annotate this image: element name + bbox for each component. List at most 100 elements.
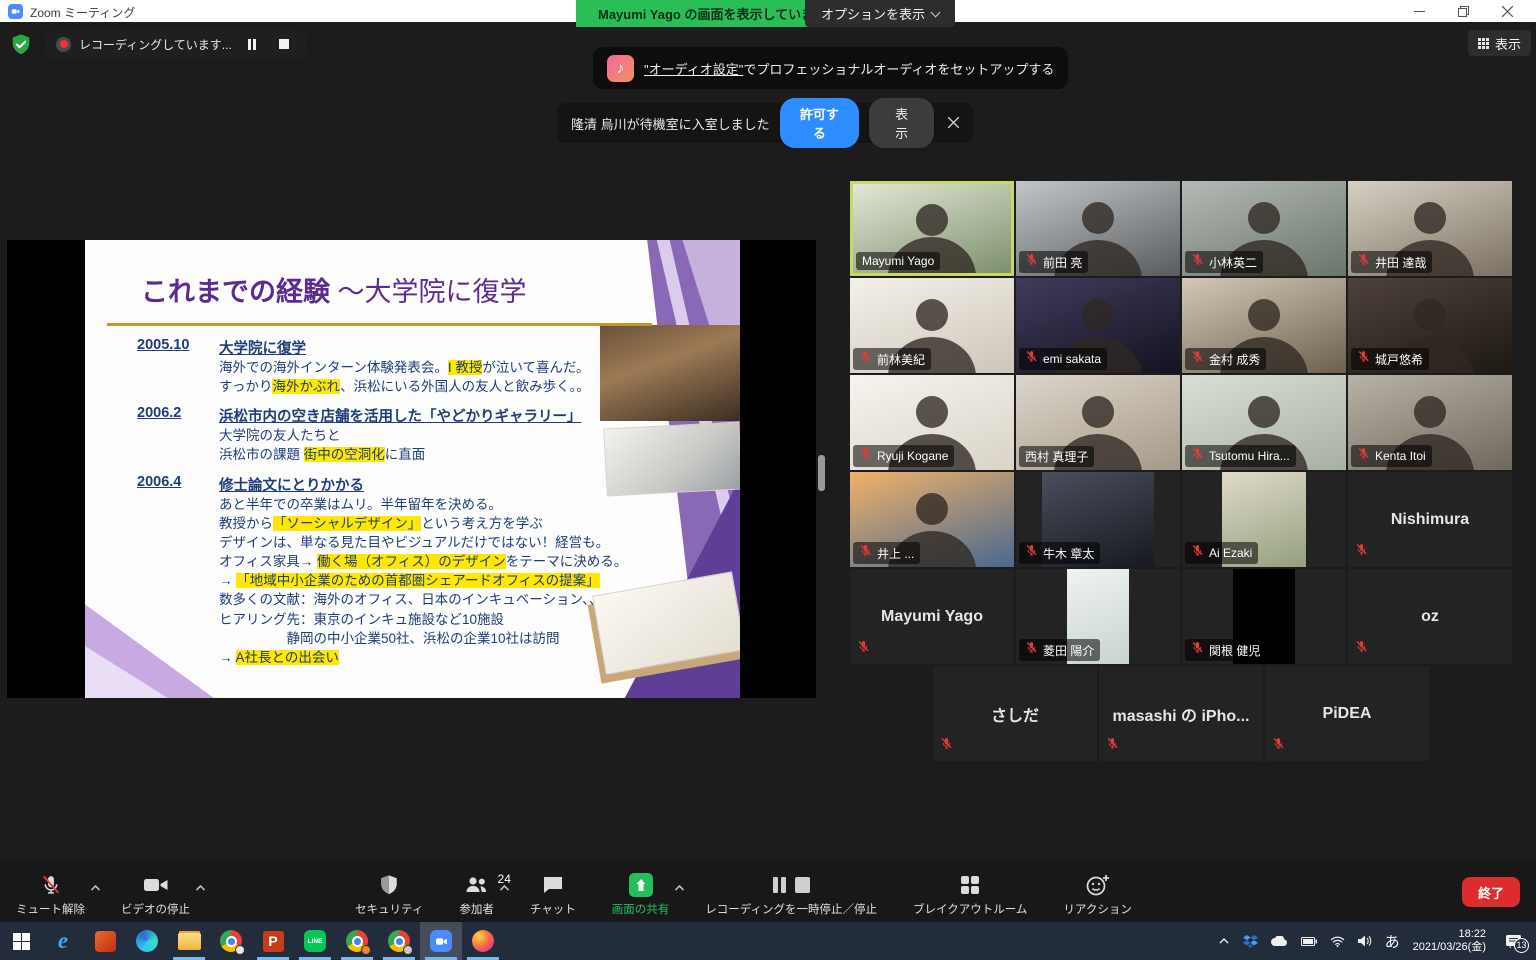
music-note-icon: ♪ xyxy=(607,55,634,82)
audio-settings-link[interactable]: "オーディオ設定" xyxy=(644,62,743,77)
participant-tile[interactable]: 井上 ... xyxy=(850,472,1014,567)
toolbar-participants-button[interactable]: 参加者24 xyxy=(459,867,494,917)
participant-tile[interactable]: 前林美紀 xyxy=(850,278,1014,373)
muted-mic-icon xyxy=(1355,640,1368,658)
taskbar-line-icon[interactable]: LINE xyxy=(294,922,336,960)
participant-name-chip: 牛木 章太 xyxy=(1019,542,1100,564)
meeting-security-shield-icon[interactable] xyxy=(10,33,32,56)
participant-tile[interactable]: Ryuji Kogane xyxy=(850,375,1014,470)
toolbar-chat-button[interactable]: チャット xyxy=(530,867,576,917)
entry-line: すっかり海外かぶれ、浜松にいる外国人の友人と飲み歩く。。 xyxy=(219,377,627,396)
participant-tile[interactable]: oz xyxy=(1348,569,1512,664)
chevron-up-icon[interactable] xyxy=(499,879,510,897)
waiting-room-banner: 隆清 烏川が待機室に入室しました 許可する 表示 xyxy=(557,103,973,143)
toolbar-reactions-button[interactable]: リアクション xyxy=(1063,867,1131,917)
muted-mic-icon xyxy=(940,737,953,755)
participant-tile[interactable]: 牛木 章太 xyxy=(1016,472,1180,567)
zoom-app-icon xyxy=(8,4,23,19)
toolbar-mute-label: ミュート解除 xyxy=(16,901,85,917)
admit-button[interactable]: 許可する xyxy=(780,98,860,148)
waiting-close-icon[interactable] xyxy=(948,115,959,131)
taskbar-explorer-icon[interactable] xyxy=(168,922,210,960)
view-layout-button[interactable]: 表示 xyxy=(1468,30,1531,56)
participant-tile[interactable]: Mayumi Yago xyxy=(850,569,1014,664)
participant-tile[interactable]: 井田 達哉 xyxy=(1348,181,1512,276)
dropbox-icon[interactable] xyxy=(1243,935,1258,948)
minimize-button[interactable] xyxy=(1402,0,1436,22)
pause-recording-button[interactable] xyxy=(240,34,264,54)
recording-label: レコーディングしています... xyxy=(79,36,232,53)
person-silhouette-head xyxy=(1082,202,1114,234)
person-silhouette-head xyxy=(1414,396,1446,428)
participant-tile[interactable]: 関根 健児 xyxy=(1182,569,1346,664)
wifi-icon[interactable] xyxy=(1330,936,1345,947)
recording-dot-icon xyxy=(56,37,71,52)
show-options-button[interactable]: オプションを表示 xyxy=(805,0,955,27)
taskbar-edge-icon[interactable] xyxy=(126,922,168,960)
participant-tile[interactable]: Ai Ezaki xyxy=(1182,472,1346,567)
entry-line: デザインは、単なる見た目やビジュアルだけではない！経営も。 xyxy=(219,533,627,552)
toolbar-video-button[interactable]: ビデオの停止 xyxy=(121,867,190,917)
participant-tile[interactable]: Nishimura xyxy=(1348,472,1512,567)
participant-tile[interactable]: Mayumi Yago xyxy=(850,181,1014,276)
stop-recording-button[interactable] xyxy=(272,34,296,54)
toolbar-mute-button[interactable]: ミュート解除 xyxy=(16,867,85,917)
participant-name: 井田 達哉 xyxy=(1375,254,1426,271)
participant-tile[interactable]: 西村 真理子 xyxy=(1016,375,1180,470)
speaker-icon[interactable] xyxy=(1358,935,1372,947)
toolbar-security-button[interactable]: セキュリティ xyxy=(355,867,423,917)
slide-divider-rule xyxy=(107,323,652,326)
toolbar-record-button[interactable]: レコーディングを一時停止／停止 xyxy=(705,867,877,917)
taskbar-clock[interactable]: 18:22 2021/03/26(金) xyxy=(1413,928,1486,954)
taskbar-powerpoint-icon[interactable]: P xyxy=(252,922,294,960)
start-button[interactable] xyxy=(0,922,42,960)
taskbar-chrome-2-icon[interactable] xyxy=(336,922,378,960)
camera-icon xyxy=(143,873,169,897)
chevron-up-icon[interactable] xyxy=(90,879,101,897)
notification-center-icon[interactable]: 13 xyxy=(1505,934,1522,949)
timeline-entry: 2005.10大学院に復学海外での海外インターン体験発表会。I 教授が泣いて喜ん… xyxy=(137,337,627,396)
toolbar-breakout-button[interactable]: ブレイクアウトルーム xyxy=(913,867,1027,917)
participant-tile[interactable]: 城戸悠希 xyxy=(1348,278,1512,373)
edge-icon xyxy=(135,929,159,953)
end-meeting-button[interactable]: 終了 xyxy=(1462,877,1520,907)
participant-tile[interactable]: 前田 亮 xyxy=(1016,181,1180,276)
person-silhouette-head xyxy=(916,396,948,428)
participant-tile[interactable]: Tsutomu Hira... xyxy=(1182,375,1346,470)
participant-tile[interactable]: さしだ xyxy=(933,666,1097,761)
presentation-slide: これまでの経験 ～大学院に復学 2005.10大学院に復学海外での海外インターン… xyxy=(85,240,740,698)
participant-tile[interactable]: Kenta Itoi xyxy=(1348,375,1512,470)
taskbar-ie-icon[interactable]: e xyxy=(42,922,84,960)
taskbar-chrome-icon[interactable] xyxy=(210,922,252,960)
muted-mic-icon xyxy=(1357,253,1370,271)
taskbar-zoom-icon[interactable] xyxy=(420,922,462,960)
participant-tile[interactable]: 小林英二 xyxy=(1182,181,1346,276)
taskbar-chrome-3-icon[interactable] xyxy=(378,922,420,960)
participant-name-chip: 小林英二 xyxy=(1185,251,1263,273)
ime-indicator[interactable]: あ xyxy=(1385,931,1400,952)
battery-icon[interactable] xyxy=(1301,937,1317,946)
participant-tile[interactable]: 金村 成秀 xyxy=(1182,278,1346,373)
waiting-view-button[interactable]: 表示 xyxy=(869,98,934,148)
participant-tile[interactable]: masashi の iPho... xyxy=(1099,666,1263,761)
participant-name: Tsutomu Hira... xyxy=(1209,449,1290,463)
tray-chevron-up-icon[interactable] xyxy=(1218,935,1230,947)
close-button[interactable] xyxy=(1490,0,1524,22)
entry-heading: 修士論文にとりかかる xyxy=(219,474,627,495)
muted-mic-icon xyxy=(1191,350,1204,368)
audio-setup-banner: ♪ "オーディオ設定"でプロフェッショナルオーディオをセットアップする xyxy=(593,47,1068,89)
toolbar-share-button[interactable]: 画面の共有 xyxy=(612,867,670,917)
panel-resize-handle[interactable] xyxy=(818,455,825,491)
taskbar-firefox-icon[interactable] xyxy=(462,922,504,960)
participant-tile[interactable]: emi sakata xyxy=(1016,278,1180,373)
participant-name: 前林美紀 xyxy=(877,351,925,368)
onedrive-cloud-icon[interactable] xyxy=(1271,936,1288,947)
entry-line: あと半年での卒業はムリ。半年留年を決める。 xyxy=(219,495,627,514)
chevron-up-icon[interactable] xyxy=(195,879,206,897)
participant-tile[interactable]: PiDEA xyxy=(1265,666,1429,761)
maximize-button[interactable] xyxy=(1446,0,1480,22)
muted-mic-icon xyxy=(1191,641,1204,659)
chevron-up-icon[interactable] xyxy=(674,879,685,897)
taskbar-office-icon[interactable] xyxy=(84,922,126,960)
participant-tile[interactable]: 菱田 陽介 xyxy=(1016,569,1180,664)
